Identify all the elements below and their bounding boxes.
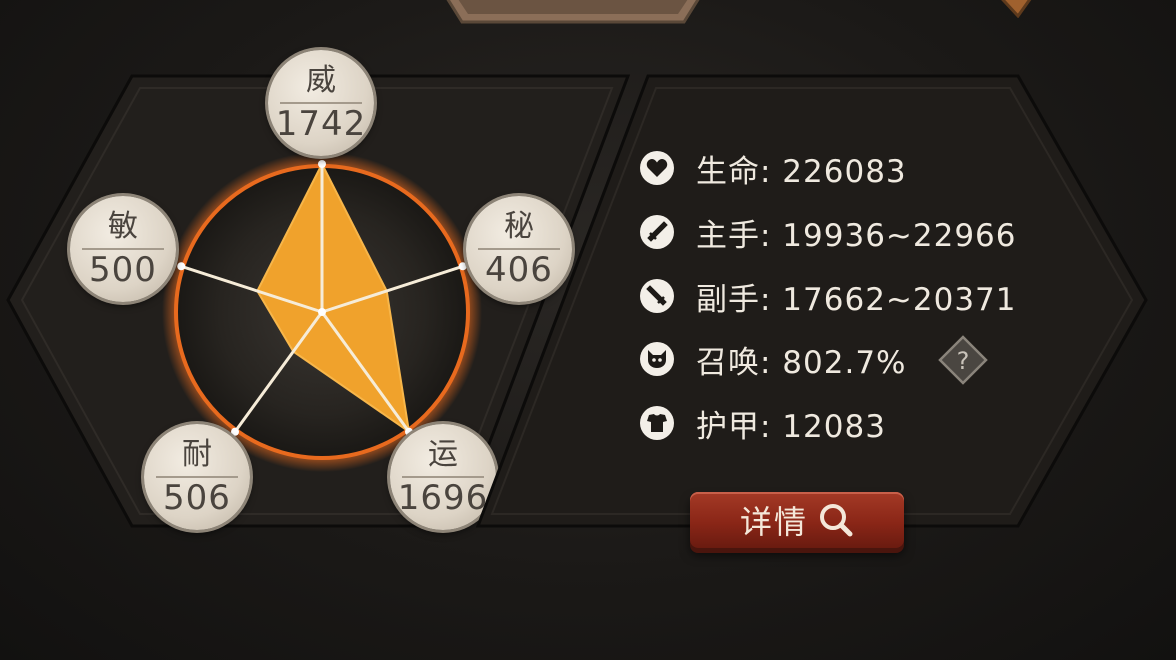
details-button[interactable]: 详情 bbox=[690, 492, 904, 548]
attribute-label: 主手: 19936~22966 bbox=[696, 217, 1017, 254]
attribute-row-armor: 护甲: 12083 bbox=[640, 401, 886, 445]
stat-badge-nai: 耐 506 bbox=[144, 424, 250, 530]
attribute-row-summon: 召唤: 802.7% bbox=[640, 337, 907, 381]
attribute-label: 生命: 226083 bbox=[696, 153, 907, 190]
radar-vertex-wei bbox=[318, 160, 326, 168]
stat-badge-wei: 威 1742 bbox=[268, 50, 374, 156]
attribute-row-mainhand: 主手: 19936~22966 bbox=[640, 210, 1017, 254]
stat-value: 500 bbox=[89, 250, 157, 290]
stat-badge-min: 敏 500 bbox=[70, 196, 176, 302]
armor-icon bbox=[640, 406, 674, 440]
attribute-label: 副手: 17662~20371 bbox=[696, 281, 1017, 318]
sword-icon bbox=[640, 215, 674, 249]
heart-icon bbox=[640, 151, 674, 185]
radar-vertex-nai bbox=[231, 427, 240, 436]
stat-name: 耐 bbox=[182, 437, 212, 472]
attribute-label: 召唤: 802.7% bbox=[696, 344, 907, 381]
attribute-row-offhand: 副手: 17662~20371 bbox=[640, 274, 1017, 318]
radar-center bbox=[318, 308, 326, 316]
radar-vertex-min bbox=[177, 262, 186, 271]
stat-value: 506 bbox=[163, 478, 231, 518]
help-question-icon[interactable]: ? bbox=[938, 335, 988, 385]
details-button-label: 详情 bbox=[739, 503, 808, 541]
attribute-row-hp: 生命: 226083 bbox=[640, 146, 907, 190]
attribute-info-panel bbox=[475, 74, 1148, 528]
stat-name: 敏 bbox=[108, 209, 138, 244]
search-icon bbox=[820, 504, 853, 537]
sword-offhand-icon bbox=[640, 279, 674, 313]
stat-name: 威 bbox=[306, 63, 336, 98]
svg-text:?: ? bbox=[957, 347, 970, 375]
stat-value: 1742 bbox=[275, 104, 367, 144]
summon-beast-icon bbox=[640, 342, 674, 376]
attribute-label: 护甲: 12083 bbox=[696, 408, 886, 445]
